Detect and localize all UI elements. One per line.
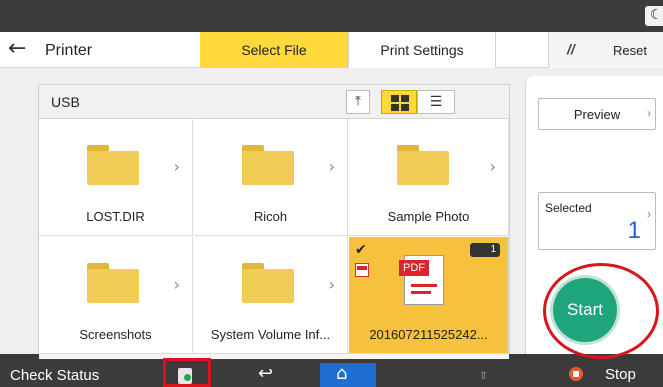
chevron-right-icon: › (647, 106, 651, 120)
reset-icon: // (567, 41, 575, 57)
reset-button[interactable]: // Reset (548, 32, 663, 68)
file-item-folder[interactable]: › Sample Photo (349, 119, 509, 236)
grid-view-icon[interactable] (381, 90, 417, 114)
back-icon[interactable]: ← (8, 38, 32, 62)
current-path: USB (51, 94, 80, 110)
folder-icon (87, 145, 139, 185)
folder-icon (242, 145, 294, 185)
chevron-right-icon: › (328, 275, 335, 294)
tab-select-file[interactable]: Select File (200, 32, 348, 68)
top-bar: ☾ (0, 0, 663, 32)
chevron-right-icon: › (173, 157, 180, 176)
copy-count-badge: 1 (470, 243, 500, 257)
moon-icon: ☾ (650, 7, 663, 23)
pdf-small-icon (355, 263, 369, 277)
upload-folder-up-icon[interactable]: ⤒ (346, 90, 370, 114)
file-item-label: Sample Photo (387, 209, 470, 224)
path-bar: USB ⤒ ☰ (39, 85, 509, 119)
file-item-folder[interactable]: › System Volume Inf... (194, 237, 348, 354)
check-status-button[interactable]: Check Status (10, 367, 99, 384)
usb-device-icon[interactable] (178, 368, 192, 384)
app-header: ← Printer Select File Print Settings // … (0, 32, 663, 68)
file-item-label: System Volume Inf... (210, 327, 331, 342)
file-item-pdf-selected[interactable]: ✔ 1 PDF 201607211525242... (349, 237, 509, 354)
file-item-label: Ricoh (253, 209, 288, 224)
selected-count: 1 (627, 217, 641, 244)
file-browser: USB ⤒ ☰ › LOST.DIR › Ricoh › Sample Phot… (38, 84, 510, 359)
top-corner-tab[interactable]: ☾ (645, 6, 663, 26)
preview-label: Preview (573, 107, 621, 122)
chevron-right-icon: › (173, 275, 180, 294)
preview-button[interactable]: Preview › (538, 98, 656, 130)
folder-icon (87, 263, 139, 303)
pdf-icon-label: PDF (399, 260, 429, 276)
stop-button[interactable]: Stop (605, 366, 636, 383)
checkmark-icon: ✔ (355, 242, 367, 258)
stop-icon[interactable] (569, 367, 583, 381)
file-item-label: Screenshots (79, 327, 152, 342)
list-view-icon[interactable]: ☰ (417, 90, 455, 114)
home-icon: ⌂ (336, 363, 348, 384)
chevron-right-icon: › (489, 157, 496, 176)
file-item-label: LOST.DIR (86, 209, 145, 224)
chevron-right-icon: › (647, 207, 651, 221)
file-item-label: 201607211525242... (369, 327, 488, 342)
file-item-folder[interactable]: › Ricoh (194, 119, 348, 236)
selected-label: Selected (545, 201, 592, 215)
file-item-folder[interactable]: › LOST.DIR (39, 119, 193, 236)
start-button[interactable]: Start (553, 278, 617, 342)
battery-icon: ▯ (480, 368, 487, 381)
pdf-file-icon: PDF (399, 255, 444, 305)
tab-print-settings[interactable]: Print Settings (348, 32, 496, 68)
folder-icon (397, 145, 449, 185)
folder-icon (242, 263, 294, 303)
undo-back-icon[interactable]: ↩ (258, 363, 273, 384)
reset-label: Reset (613, 43, 647, 58)
selected-count-button[interactable]: Selected 1 › (538, 192, 656, 250)
file-item-folder[interactable]: › Screenshots (39, 237, 193, 354)
page-title: Printer (45, 42, 93, 59)
chevron-right-icon: › (328, 157, 335, 176)
next-row-edge (39, 354, 509, 359)
home-button[interactable]: ⌂ (320, 363, 376, 387)
